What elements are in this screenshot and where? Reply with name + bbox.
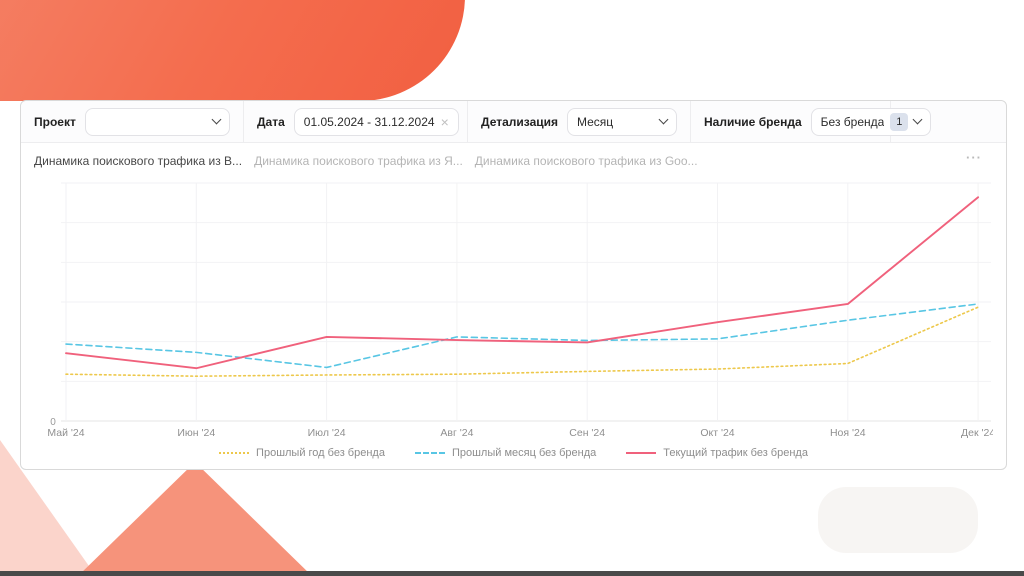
chart-line-1 xyxy=(66,304,978,367)
x-axis-label: Май '24 xyxy=(47,427,84,439)
chevron-down-icon xyxy=(212,115,222,125)
project-filter-group: Проект xyxy=(21,101,244,142)
background-salmon-diamond xyxy=(78,462,312,576)
date-range-input[interactable]: 01.05.2024 - 31.12.2024 × xyxy=(294,108,459,136)
brand-value: Без бренда xyxy=(821,115,885,129)
detail-select[interactable]: Месяц xyxy=(567,108,677,136)
clear-icon[interactable]: × xyxy=(441,115,449,129)
legend-label: Прошлый год без бренда xyxy=(256,447,385,459)
chart-legend: Прошлый год без бренда Прошлый месяц без … xyxy=(21,447,1006,459)
bottom-edge-bar xyxy=(0,571,1024,576)
background-coral-blob xyxy=(0,0,465,101)
brand-filter-group: Наличие бренда Без бренда 1 xyxy=(691,101,891,142)
chart-area: Май '24 Июн '24 Июл '24 Авг '24 Сен '24 Окт '… xyxy=(33,181,993,449)
legend-item[interactable]: Прошлый год без бренда xyxy=(219,447,385,459)
tab-traffic-goo[interactable]: Динамика поискового трафика из Goo... xyxy=(475,154,698,168)
chevron-down-icon xyxy=(913,115,923,125)
dashboard-panel: Проект Дата 01.05.2024 - 31.12.2024 × Де… xyxy=(20,100,1007,470)
detail-filter-group: Детализация Месяц xyxy=(468,101,691,142)
brand-select[interactable]: Без бренда 1 xyxy=(811,108,932,136)
x-axis-label: Ноя '24 xyxy=(830,427,866,439)
legend-item[interactable]: Текущий трафик без бренда xyxy=(626,447,808,459)
brand-label: Наличие бренда xyxy=(704,115,802,129)
project-select[interactable] xyxy=(85,108,230,136)
legend-item[interactable]: Прошлый месяц без бренда xyxy=(415,447,596,459)
y-axis-label: 0 xyxy=(50,417,56,428)
project-label: Проект xyxy=(34,115,76,129)
x-axis-label: Дек '24 xyxy=(961,427,993,439)
x-axis-label: Окт '24 xyxy=(700,427,734,439)
tab-traffic-ya[interactable]: Динамика поискового трафика из Я... xyxy=(254,154,463,168)
traffic-chart-svg: Май '24 Июн '24 Июл '24 Авг '24 Сен '24 Окт '… xyxy=(33,181,993,449)
legend-swatch-icon xyxy=(219,452,249,454)
detail-value: Месяц xyxy=(577,115,654,129)
chevron-down-icon xyxy=(659,115,669,125)
x-axis-label: Сен '24 xyxy=(569,427,605,439)
date-label: Дата xyxy=(257,115,285,129)
legend-swatch-icon xyxy=(626,452,656,454)
date-filter-group: Дата 01.05.2024 - 31.12.2024 × xyxy=(244,101,468,142)
chart-tabs: Динамика поискового трафика из В... Дина… xyxy=(34,149,698,173)
date-range-value: 01.05.2024 - 31.12.2024 xyxy=(304,115,435,129)
background-watermark-blob xyxy=(818,487,978,553)
x-axis-label: Авг '24 xyxy=(440,427,473,439)
detail-label: Детализация xyxy=(481,115,558,129)
legend-swatch-icon xyxy=(415,452,445,454)
legend-label: Текущий трафик без бренда xyxy=(663,447,808,459)
legend-label: Прошлый месяц без бренда xyxy=(452,447,596,459)
tab-traffic-v[interactable]: Динамика поискового трафика из В... xyxy=(34,154,242,168)
page: Проект Дата 01.05.2024 - 31.12.2024 × Де… xyxy=(0,0,1024,576)
x-axis-label: Июн '24 xyxy=(177,427,215,439)
x-axis-label: Июл '24 xyxy=(308,427,346,439)
brand-count-badge: 1 xyxy=(890,113,908,131)
filter-toolbar: Проект Дата 01.05.2024 - 31.12.2024 × Де… xyxy=(21,101,1006,143)
more-options-icon[interactable]: ··· xyxy=(966,151,982,164)
